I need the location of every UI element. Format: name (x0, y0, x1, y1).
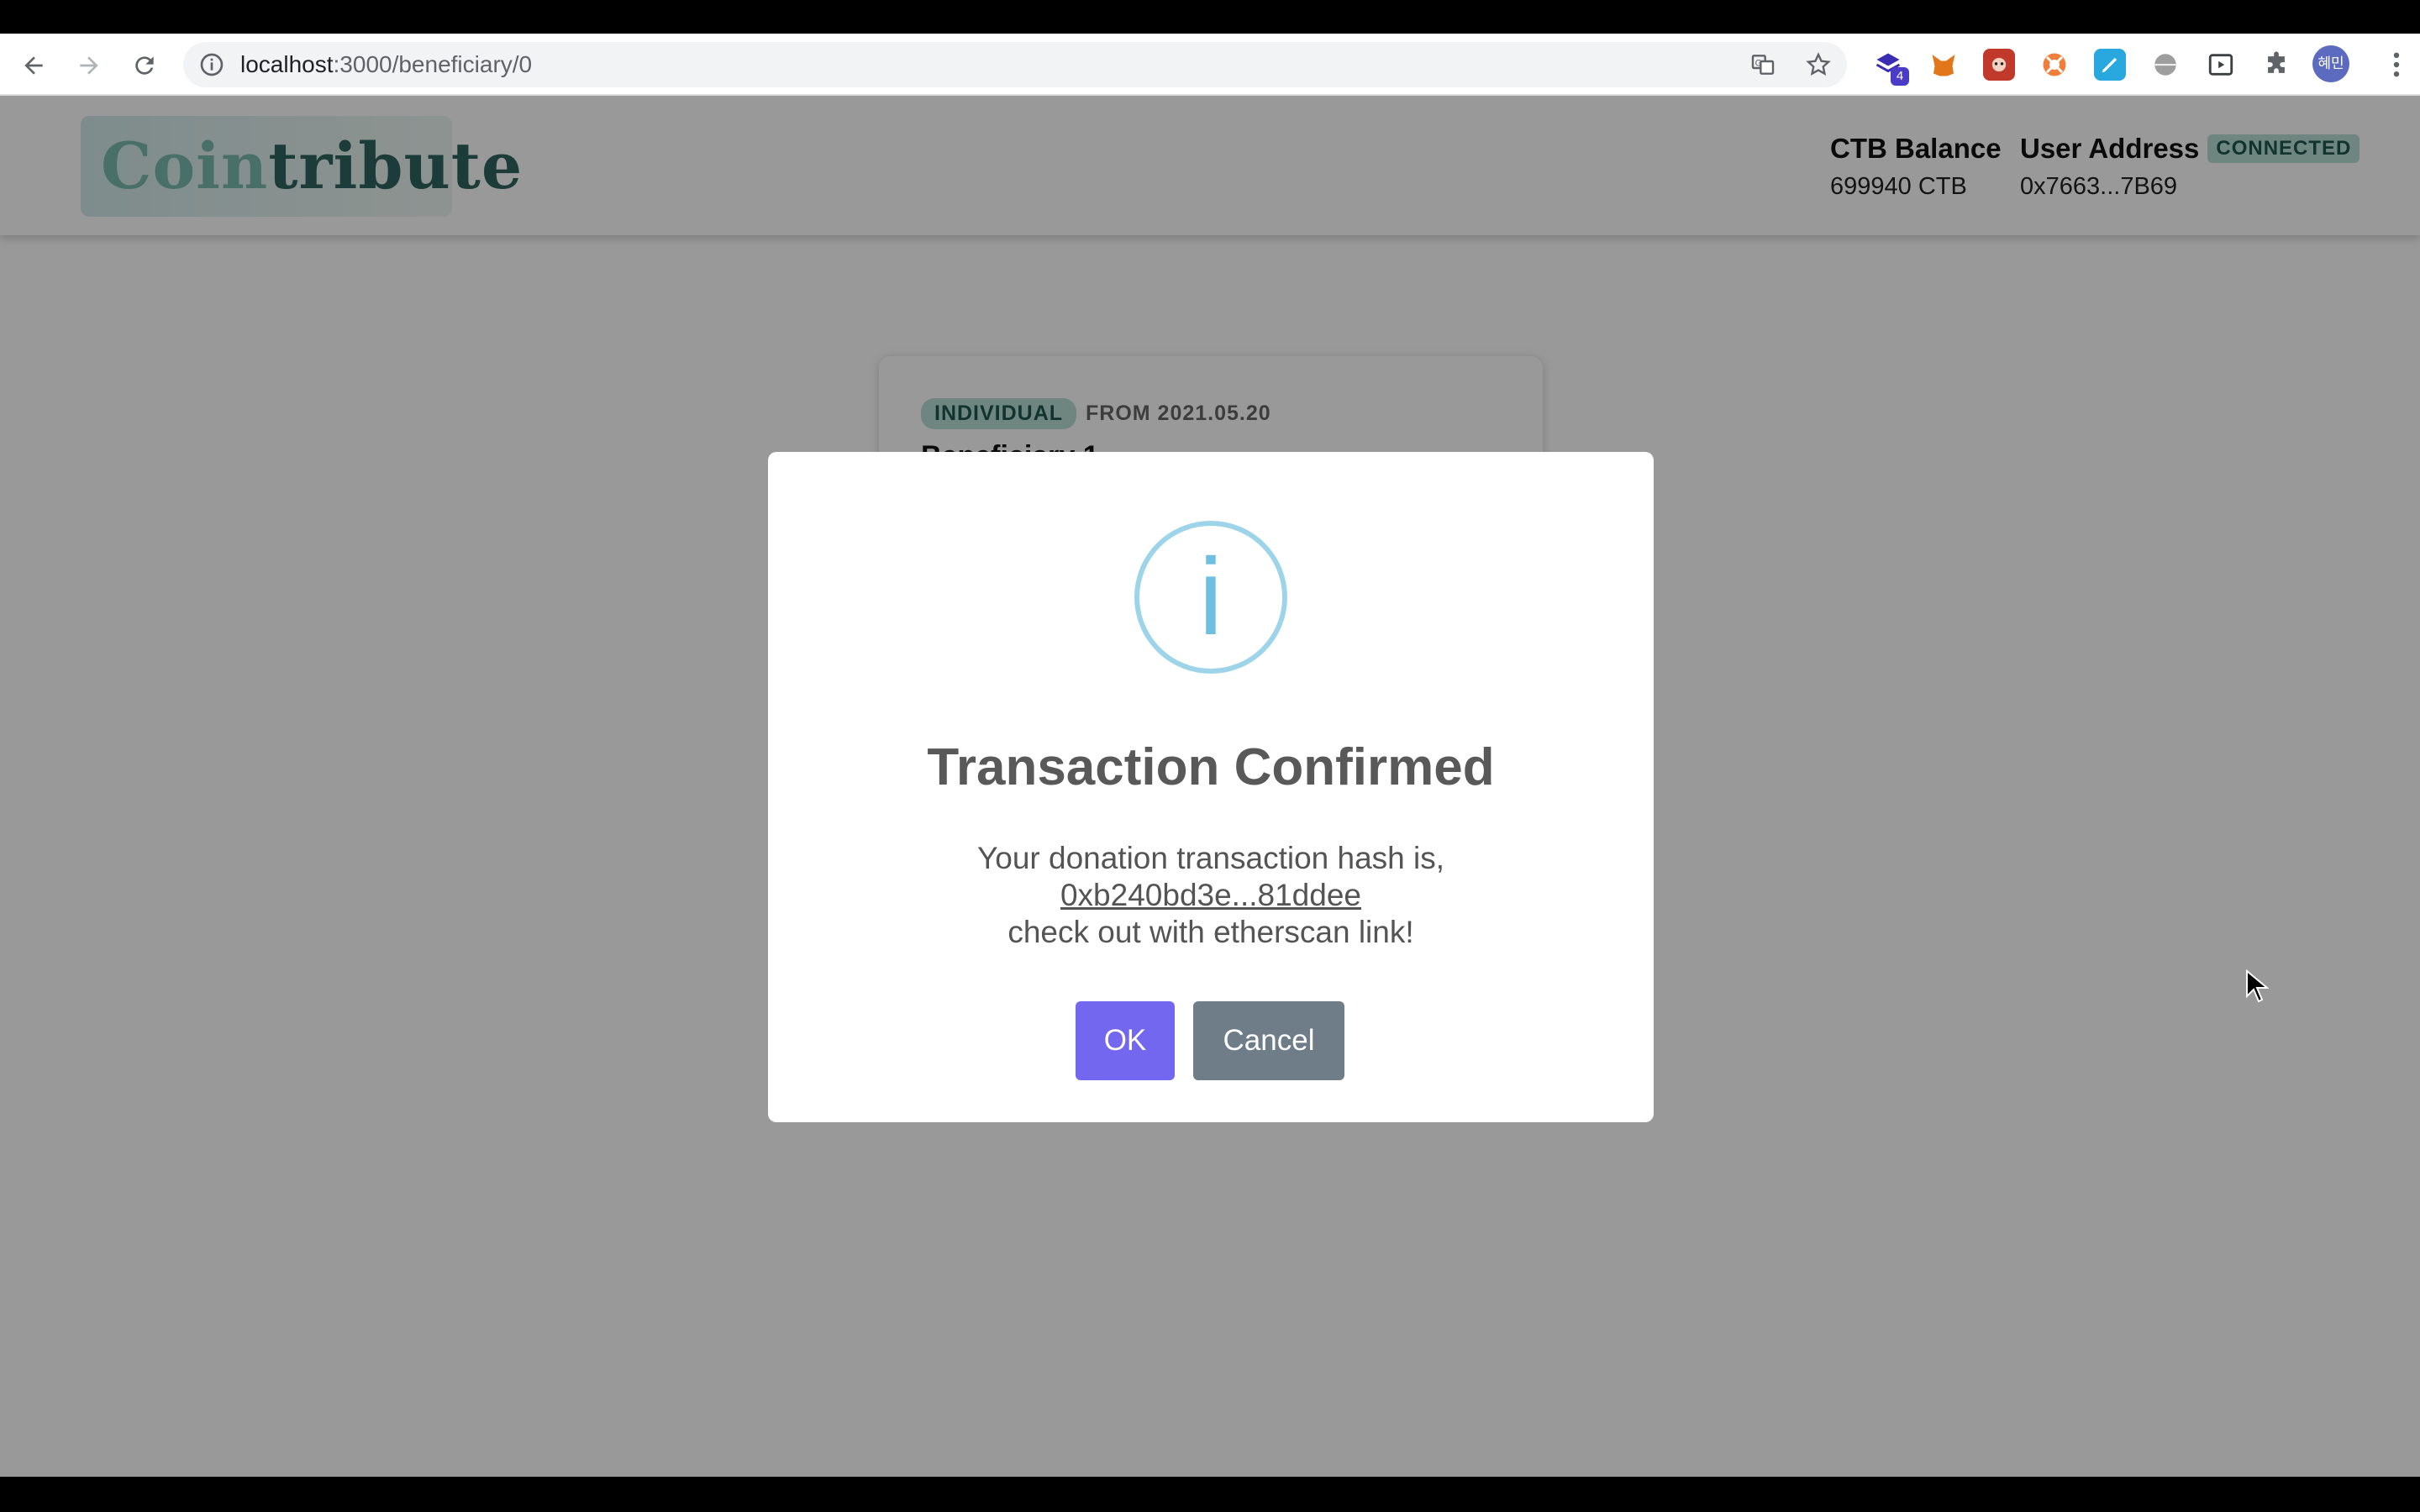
image-extension-icon[interactable] (1983, 49, 2015, 81)
forward-icon[interactable] (71, 47, 108, 84)
translate-icon[interactable]: G (1749, 51, 1776, 78)
media-player-icon[interactable] (2205, 49, 2237, 81)
browser-menu-icon[interactable] (2385, 49, 2408, 81)
metamask-fox-icon[interactable] (1928, 49, 1960, 81)
address-bar[interactable]: localhost:3000/beneficiary/0 G (183, 42, 1847, 87)
mouse-cursor-icon (2246, 969, 2269, 1003)
bookmark-star-icon[interactable] (1805, 51, 1832, 78)
dialog-message: Your donation transaction hash is, 0xb24… (768, 840, 1654, 951)
message-line: Your donation transaction hash is, (976, 841, 1445, 875)
extension-badge: 4 (1891, 67, 1909, 86)
url-text[interactable]: localhost:3000/beneficiary/0 (240, 42, 532, 87)
cancel-button[interactable]: Cancel (1193, 1001, 1344, 1080)
window-top-bar (0, 0, 2420, 34)
web-page: Cointribute CTB Balance 699940 CTB User … (0, 96, 2420, 1477)
extensions-puzzle-icon[interactable] (2260, 49, 2292, 81)
extension-stack-icon[interactable]: 4 (1872, 49, 1909, 86)
back-icon[interactable] (15, 47, 52, 84)
transaction-hash-link[interactable]: 0xb240bd3e...81ddee (768, 877, 1654, 914)
info-icon: i (1134, 521, 1287, 674)
svg-text:G: G (1755, 58, 1762, 68)
profile-avatar[interactable]: 혜민 (2312, 45, 2349, 82)
message-line: check out with etherscan link! (1007, 915, 1414, 949)
site-info-icon[interactable] (198, 51, 225, 78)
transaction-confirmed-dialog: i Transaction Confirmed Your donation tr… (768, 452, 1654, 1122)
pen-extension-icon[interactable] (2094, 49, 2126, 81)
window-bottom-bar (0, 1477, 2420, 1512)
dialog-title: Transaction Confirmed (927, 738, 1495, 796)
reload-icon[interactable] (126, 47, 163, 84)
ok-button[interactable]: OK (1076, 1001, 1175, 1080)
grey-globe-icon[interactable] (2149, 49, 2181, 81)
lifebuoy-icon[interactable] (2039, 49, 2070, 81)
browser-toolbar: localhost:3000/beneficiary/0 G 4 (0, 34, 2420, 96)
